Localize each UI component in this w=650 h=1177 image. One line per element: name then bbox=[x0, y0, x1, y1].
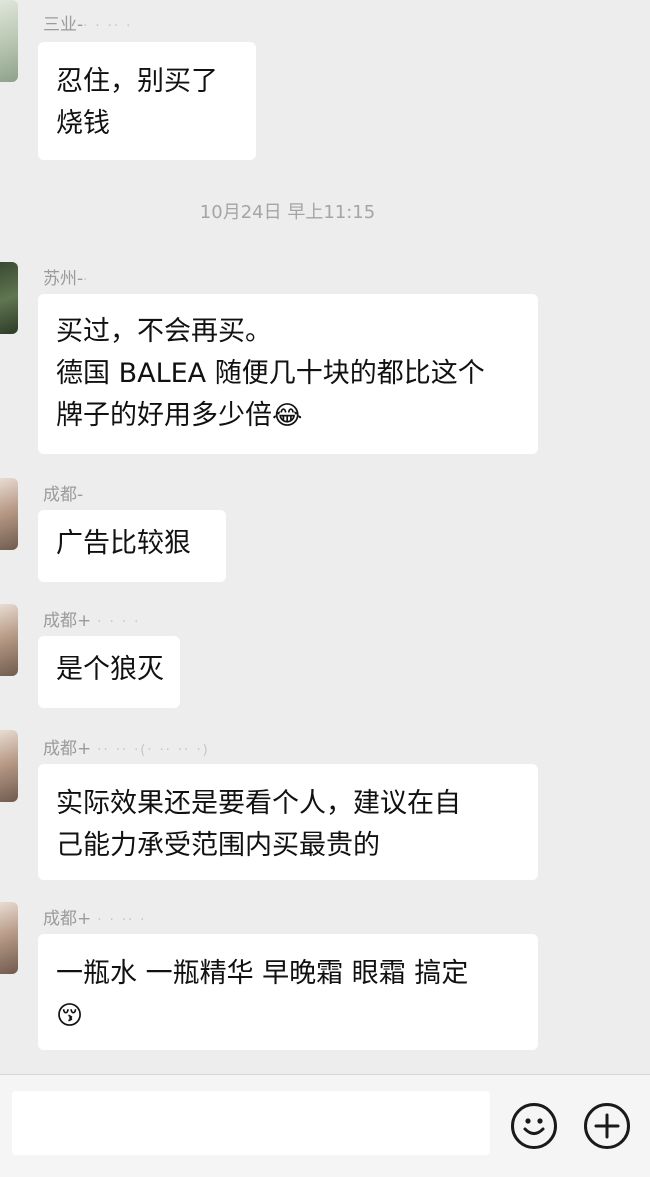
message-text: 忍住，别买了 bbox=[56, 66, 218, 97]
message-text: 是个狼灭 bbox=[56, 654, 164, 685]
avatar[interactable] bbox=[0, 902, 18, 974]
sender-name: 成都- bbox=[43, 485, 84, 505]
message-text: 烧钱 bbox=[56, 108, 110, 139]
avatar[interactable] bbox=[0, 0, 18, 82]
message-input[interactable] bbox=[12, 1091, 490, 1155]
message-text: 买过，不会再买。 bbox=[56, 316, 272, 347]
message-text: 广告比较狠 bbox=[56, 528, 191, 559]
message-text: 一瓶水 一瓶精华 早晚霜 眼霜 搞定 bbox=[56, 958, 469, 989]
sender-name: 苏州-· bbox=[43, 269, 90, 289]
message-bubble[interactable]: 一瓶水 一瓶精华 早晚霜 眼霜 搞定 😚 bbox=[38, 934, 538, 1050]
sender-name: 三业-· · ·· · bbox=[43, 15, 133, 35]
message-bubble[interactable]: 是个狼灭 bbox=[38, 636, 180, 708]
plus-circle-icon bbox=[594, 1113, 620, 1139]
message-text: 己能力承受范围内买最贵的 bbox=[56, 830, 380, 861]
sender-name: 成都+ ·· ·· ·(· ·· ·· ·) bbox=[43, 739, 210, 759]
message-bubble[interactable]: 忍住，别买了 烧钱 bbox=[38, 42, 256, 160]
message-bubble[interactable]: 广告比较狠 bbox=[38, 510, 226, 582]
smiley-face-icon bbox=[523, 1118, 545, 1135]
message-bubble[interactable]: 买过，不会再买。 德国 BALEA 随便几十块的都比这个 牌子的好用多少倍😂 bbox=[38, 294, 538, 454]
avatar[interactable] bbox=[0, 604, 18, 676]
input-bar bbox=[0, 1074, 650, 1177]
sender-name: 成都+ · · ·· · bbox=[43, 909, 147, 929]
avatar[interactable] bbox=[0, 478, 18, 550]
avatar[interactable] bbox=[0, 262, 18, 334]
message-text: 实际效果还是要看个人，建议在自 bbox=[56, 788, 461, 819]
more-button[interactable] bbox=[584, 1103, 630, 1149]
message-text: 德国 BALEA 随便几十块的都比这个 bbox=[56, 358, 485, 389]
laughing-tears-emoji-icon: 😂 bbox=[272, 401, 303, 431]
message-bubble[interactable]: 实际效果还是要看个人，建议在自 己能力承受范围内买最贵的 bbox=[38, 764, 538, 880]
avatar[interactable] bbox=[0, 730, 18, 802]
timestamp: 10月24日 早上11:15 bbox=[199, 202, 376, 223]
emoji-button[interactable] bbox=[511, 1103, 557, 1149]
kissing-face-emoji-icon: 😚 bbox=[56, 1001, 84, 1031]
sender-name: 成都+ · · · · bbox=[43, 611, 141, 631]
message-text: 牌子的好用多少倍 bbox=[56, 400, 272, 431]
